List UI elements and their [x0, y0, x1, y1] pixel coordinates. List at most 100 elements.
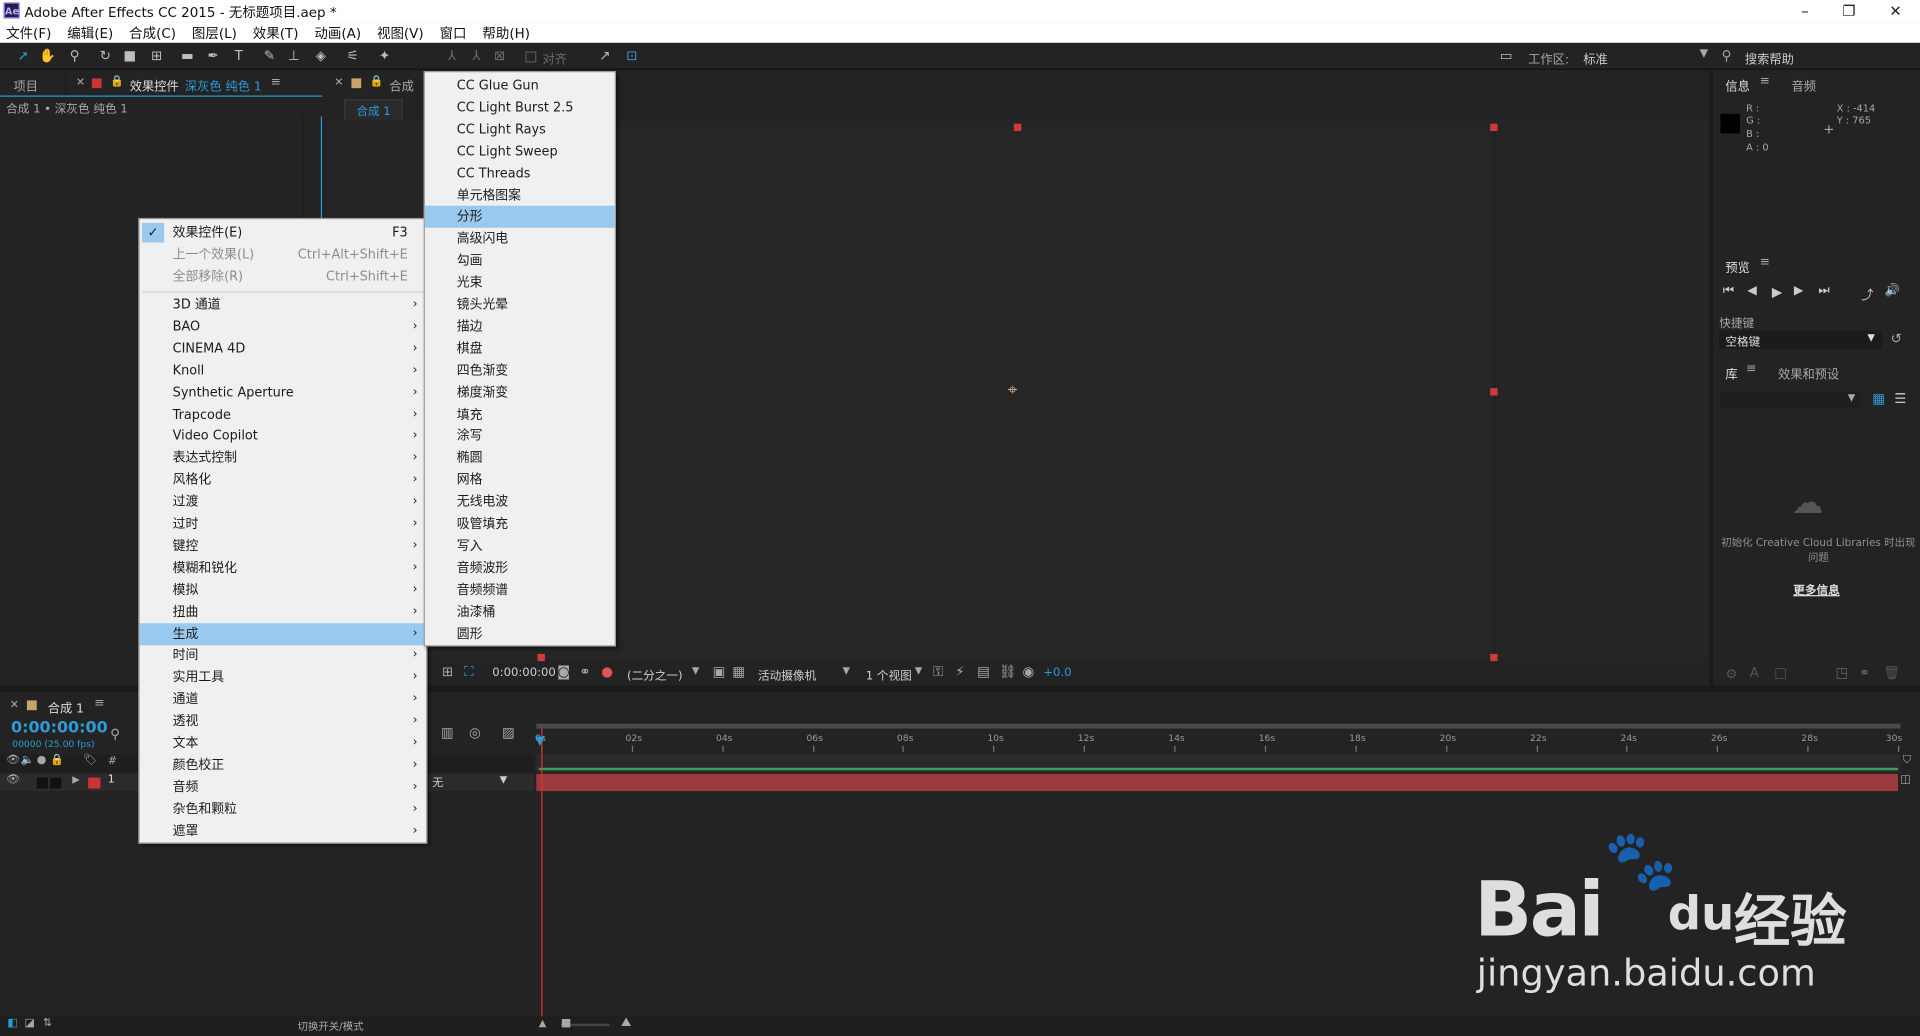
comp-button-icon[interactable]: ◫ — [1900, 774, 1910, 786]
generate-effect-item[interactable]: 音频频谱 — [425, 579, 615, 601]
rectangle-tool-icon[interactable]: ▬ — [178, 47, 198, 67]
preview-menu-icon[interactable]: ≡ — [1760, 256, 1770, 269]
parent-dropdown-icon[interactable]: ▼ — [500, 774, 508, 785]
ctx-submenu-item[interactable]: 杂色和颗粒 › — [140, 798, 427, 820]
puppet-pin-tool-icon[interactable]: ✦ — [375, 47, 395, 67]
generate-effect-item[interactable]: CC Light Burst 2.5 — [425, 97, 615, 119]
timeline-search-icon[interactable]: ⚲ — [110, 726, 120, 742]
first-frame-icon[interactable]: ⏮ — [1723, 284, 1734, 297]
ctx-top-item[interactable]: 全部移除(R) Ctrl+Shift+E — [140, 266, 427, 288]
layer-solo-box[interactable] — [36, 777, 48, 789]
pen-tool-icon[interactable]: ✒ — [203, 47, 223, 67]
toggle-switches-modes[interactable]: 切换开关/模式 — [298, 1019, 364, 1033]
info-menu-icon[interactable]: ≡ — [1760, 75, 1770, 88]
comp-marker-icon[interactable]: ⛉ — [1903, 754, 1911, 766]
visibility-header-icon[interactable]: 👁 — [6, 754, 20, 766]
generate-effect-item[interactable]: 高级闪电 — [425, 228, 615, 250]
ctx-submenu-item[interactable]: 过时 › — [140, 513, 427, 535]
library-trash-icon[interactable]: 🗑 — [1883, 665, 1900, 681]
shortcut-dropdown-icon[interactable]: ▼ — [1867, 332, 1875, 343]
camera-select[interactable]: 活动摄像机 — [758, 666, 816, 683]
zoom-tool-icon[interactable]: ⚲ — [65, 47, 85, 67]
menu-effect[interactable]: 效果(T) — [253, 23, 299, 43]
vertical-divider[interactable] — [1709, 71, 1714, 686]
current-time-indicator[interactable] — [541, 728, 543, 1036]
generate-effect-item[interactable]: 无线电波 — [425, 491, 615, 513]
ctx-submenu-item[interactable]: 风格化 › — [140, 469, 427, 491]
layer-expand-icon[interactable]: ▶ — [72, 774, 80, 785]
layer-handle-top-right[interactable] — [1490, 123, 1498, 132]
ctx-submenu-item[interactable]: CINEMA 4D › — [140, 338, 427, 360]
fast-preview-icon[interactable]: ⚡ — [955, 664, 964, 680]
transparency-grid-icon[interactable]: ▦ — [732, 664, 745, 680]
ctx-submenu-item[interactable]: 文本 › — [140, 732, 427, 754]
resolution-dropdown-icon[interactable]: ▼ — [692, 665, 700, 676]
exposure-value[interactable]: +0.0 — [1043, 666, 1071, 679]
search-help-input[interactable]: 搜索帮助 — [1745, 49, 1794, 67]
last-frame-icon[interactable]: ⏭ — [1818, 284, 1829, 297]
library-text-icon[interactable]: A — [1750, 665, 1759, 681]
timeline-icon[interactable]: ▤ — [977, 664, 990, 680]
menu-file[interactable]: 文件(F) — [6, 23, 51, 43]
generate-effect-item[interactable]: 勾画 — [425, 250, 615, 272]
ctx-submenu-item[interactable]: 模拟 › — [140, 579, 427, 601]
generate-effect-item[interactable]: 椭圆 — [425, 447, 615, 469]
library-sync-icon[interactable]: ⚭ — [1859, 665, 1870, 681]
generate-effect-item[interactable]: 涂写 — [425, 425, 615, 447]
ctx-top-item[interactable]: 上一个效果(L) Ctrl+Alt+Shift+E — [140, 244, 427, 266]
ctx-submenu-item[interactable]: 通道 › — [140, 688, 427, 710]
playhead-icon[interactable]: ▼ — [535, 735, 544, 748]
flowchart-icon[interactable]: ⛓ — [999, 664, 1016, 680]
align-checkbox[interactable] — [525, 51, 537, 63]
menu-animation[interactable]: 动画(A) — [314, 23, 361, 43]
axis-local-icon[interactable]: ⅄ — [442, 47, 462, 67]
layer-parent-value[interactable]: 无 — [432, 774, 443, 790]
generate-effect-item[interactable]: 四色渐变 — [425, 360, 615, 382]
close-tab-icon[interactable]: ✕ — [76, 77, 85, 89]
generate-effect-item[interactable]: 描边 — [425, 316, 615, 338]
camera-dropdown-icon[interactable]: ▼ — [842, 665, 850, 676]
shortcut-select[interactable]: 空格键 ▼ — [1719, 330, 1883, 349]
menu-help[interactable]: 帮助(H) — [482, 23, 530, 43]
ctx-submenu-item[interactable]: 透视 › — [140, 710, 427, 732]
hand-tool-icon[interactable]: ✋ — [38, 47, 58, 67]
library-stock-icon[interactable]: ◳ — [1836, 665, 1849, 681]
grid-icon[interactable]: ⊞ — [442, 664, 453, 680]
generate-effect-item[interactable]: 音频波形 — [425, 557, 615, 579]
lock-icon[interactable]: 🔒 — [110, 76, 124, 88]
ctx-submenu-item[interactable]: 音频 › — [140, 776, 427, 798]
ctx-submenu-item[interactable]: Video Copilot › — [140, 425, 427, 447]
library-menu-icon[interactable]: ≡ — [1746, 362, 1756, 375]
ctx-submenu-item[interactable]: 颜色校正 › — [140, 754, 427, 776]
library-dropdown-icon[interactable]: ▼ — [1848, 392, 1856, 403]
audio-icon[interactable]: 🔊 — [1885, 284, 1900, 297]
timeline-timecode[interactable]: 0:00:00:00 — [11, 719, 108, 737]
generate-effect-item[interactable]: 油漆桶 — [425, 601, 615, 623]
ctx-submenu-item[interactable]: 键控 › — [140, 535, 427, 557]
ctx-submenu-item[interactable]: 时间 › — [140, 645, 427, 667]
toggle-pixel-aspect-icon[interactable]: ⚿ — [933, 664, 943, 681]
ctx-submenu-item[interactable]: 模糊和锐化 › — [140, 557, 427, 579]
generate-effect-item[interactable]: CC Light Sweep — [425, 140, 615, 162]
generate-effect-item[interactable]: 吸管填充 — [425, 513, 615, 535]
layer-visibility-icon[interactable]: 👁 — [6, 774, 20, 786]
selection-tool-icon[interactable]: ➚ — [13, 47, 33, 67]
workspace-value[interactable]: 标准 — [1583, 49, 1607, 67]
layer-handle-right[interactable] — [1490, 388, 1498, 396]
pan-behind-tool-icon[interactable]: ⊞ — [147, 47, 167, 67]
tab-effect-controls[interactable]: 效果控件 — [130, 76, 179, 94]
menu-edit[interactable]: 编辑(E) — [67, 23, 113, 43]
label-header-icon[interactable]: 🏷 — [83, 754, 97, 766]
tab-audio[interactable]: 音频 — [1791, 76, 1815, 94]
modes-icon[interactable]: ◪ — [24, 1018, 34, 1030]
camera-tool-icon[interactable]: ■ — [120, 47, 140, 67]
comp-lock-icon[interactable]: 🔒 — [370, 76, 384, 88]
lock-header-icon[interactable]: 🔒 — [50, 754, 64, 766]
generate-effect-item[interactable]: CC Light Rays — [425, 119, 615, 141]
time-ruler[interactable]: 0s02s04s06s08s10s12s14s16s18s20s22s24s26… — [535, 729, 1902, 753]
more-info-link[interactable]: 更多信息 — [1713, 580, 1920, 597]
tab-effects-presets[interactable]: 效果和预设 — [1778, 364, 1839, 382]
roto-brush-tool-icon[interactable]: ⚟ — [343, 47, 363, 67]
axis-world-icon[interactable]: ⅄ — [467, 47, 487, 67]
generate-effect-item[interactable]: 填充 — [425, 403, 615, 425]
